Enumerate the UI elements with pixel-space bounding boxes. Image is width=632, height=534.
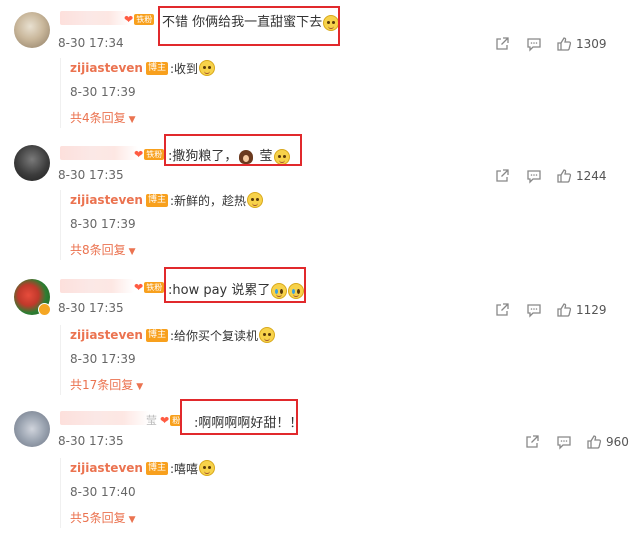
heart-icon: ❤ — [124, 13, 134, 26]
reply-box: zijiasteven 博主 :收到 8-30 17:39 共4条回复 ▼ — [60, 58, 610, 128]
like-icon — [557, 37, 572, 51]
share-button[interactable] — [494, 301, 510, 319]
reply-box: zijiasteven 博主 :嘻嘻 8-30 17:40 共5条回复 ▼ — [60, 458, 610, 528]
caret-down-icon: ▼ — [128, 115, 136, 125]
reply-author[interactable]: zijiasteven — [70, 461, 143, 475]
like-icon — [557, 169, 572, 183]
comment-time: 8-30 17:35 — [58, 434, 124, 448]
emoji-icon — [199, 60, 216, 76]
comment-time: 8-30 17:34 — [58, 36, 124, 50]
highlight-box — [180, 399, 298, 435]
reply-line: zijiasteven 博主 :嘻嘻 — [70, 458, 610, 478]
reply-line: zijiasteven 博主 :给你买个复读机 — [70, 325, 610, 345]
avatar[interactable] — [14, 145, 50, 181]
like-count: 1309 — [576, 37, 607, 51]
caret-down-icon: ▼ — [136, 382, 144, 392]
comment-actions: 1129 — [492, 301, 632, 319]
reply-text: :新鲜的，趁热 — [169, 193, 247, 208]
avatar[interactable] — [14, 279, 51, 316]
comment-actions: 1244 — [492, 167, 632, 185]
reply-time: 8-30 17:40 — [70, 485, 136, 499]
share-button[interactable] — [494, 35, 510, 53]
host-badge: 博主 — [145, 193, 168, 207]
emoji-icon — [259, 327, 276, 343]
reply-author[interactable]: zijiasteven — [70, 61, 143, 75]
caret-down-icon: ▼ — [128, 247, 136, 257]
heart-icon: ❤ — [160, 414, 170, 427]
reply-author[interactable]: zijiasteven — [70, 193, 143, 207]
like-button[interactable]: 960 — [586, 433, 629, 451]
reply-line: zijiasteven 博主 :收到 — [70, 58, 610, 78]
username-blurred[interactable] — [60, 146, 138, 160]
reply-box: zijiasteven 博主 :给你买个复读机 8-30 17:39 共17条回… — [60, 325, 610, 395]
reply-box: zijiasteven 博主 :新鲜的，趁热 8-30 17:39 共8条回复 ▼ — [60, 190, 610, 260]
comment-button[interactable] — [526, 35, 542, 53]
reply-time: 8-30 17:39 — [70, 352, 136, 366]
name-fragment: 莹 — [146, 414, 157, 427]
share-button[interactable] — [494, 167, 510, 185]
highlight-box — [164, 267, 306, 303]
reply-time: 8-30 17:39 — [70, 217, 136, 231]
comment-time: 8-30 17:35 — [58, 168, 124, 182]
emoji-icon — [247, 192, 264, 208]
like-icon — [557, 303, 572, 317]
username-blurred[interactable] — [60, 411, 150, 425]
comment-button[interactable] — [526, 167, 542, 185]
share-icon — [496, 37, 509, 50]
verified-icon — [38, 303, 51, 316]
fan-badge: ❤ 铁粉 — [124, 13, 155, 26]
fan-badge-label: 铁粉 — [144, 149, 165, 160]
like-button[interactable]: 1309 — [556, 35, 607, 53]
host-badge: 博主 — [145, 461, 168, 475]
more-replies-link[interactable]: 共8条回复 ▼ — [70, 240, 610, 260]
more-replies-link[interactable]: 共5条回复 ▼ — [70, 508, 610, 528]
username-blurred[interactable] — [60, 279, 134, 293]
caret-down-icon: ▼ — [128, 515, 136, 525]
reply-text: :收到 — [169, 61, 199, 76]
reply-text: :给你买个复读机 — [169, 328, 259, 343]
like-count: 1244 — [576, 169, 607, 183]
reply-time: 8-30 17:39 — [70, 85, 136, 99]
like-button[interactable]: 1129 — [556, 301, 607, 319]
comment-actions: 1309 — [492, 35, 632, 53]
host-badge: 博主 — [145, 328, 168, 342]
heart-icon: ❤ — [134, 148, 144, 161]
heart-icon: ❤ — [134, 281, 144, 294]
like-count: 960 — [606, 435, 629, 449]
username-blurred[interactable] — [60, 11, 130, 25]
reply-author[interactable]: zijiasteven — [70, 328, 143, 342]
comment-icon — [527, 304, 541, 318]
more-replies-link[interactable]: 共17条回复 ▼ — [70, 375, 610, 395]
share-icon — [526, 435, 539, 448]
avatar[interactable] — [14, 12, 50, 48]
comment-icon — [557, 436, 571, 450]
comment-button[interactable] — [526, 301, 542, 319]
like-icon — [587, 435, 602, 449]
reply-text: :嘻嘻 — [169, 461, 199, 476]
like-button[interactable]: 1244 — [556, 167, 607, 185]
comment-time: 8-30 17:35 — [58, 301, 124, 315]
avatar[interactable] — [14, 411, 50, 447]
share-icon — [496, 169, 509, 182]
highlight-box — [164, 134, 302, 166]
host-badge: 博主 — [145, 61, 168, 75]
reply-line: zijiasteven 博主 :新鲜的，趁热 — [70, 190, 610, 210]
more-replies-link[interactable]: 共4条回复 ▼ — [70, 108, 610, 128]
fan-badge: ❤ 铁粉 — [134, 148, 165, 161]
fan-badge: ❤ 铁粉 — [134, 281, 165, 294]
comment-icon — [527, 170, 541, 184]
comment-button[interactable] — [556, 433, 572, 451]
emoji-icon — [199, 460, 216, 476]
comment-actions: 960 — [522, 433, 632, 451]
share-button[interactable] — [524, 433, 540, 451]
like-count: 1129 — [576, 303, 607, 317]
fan-badge-label: 铁粉 — [134, 14, 155, 25]
fan-badge: ❤ 粉 — [160, 414, 183, 427]
highlight-box — [158, 6, 340, 46]
fan-badge-label: 铁粉 — [144, 282, 165, 293]
share-icon — [496, 303, 509, 316]
comment-icon — [527, 38, 541, 52]
